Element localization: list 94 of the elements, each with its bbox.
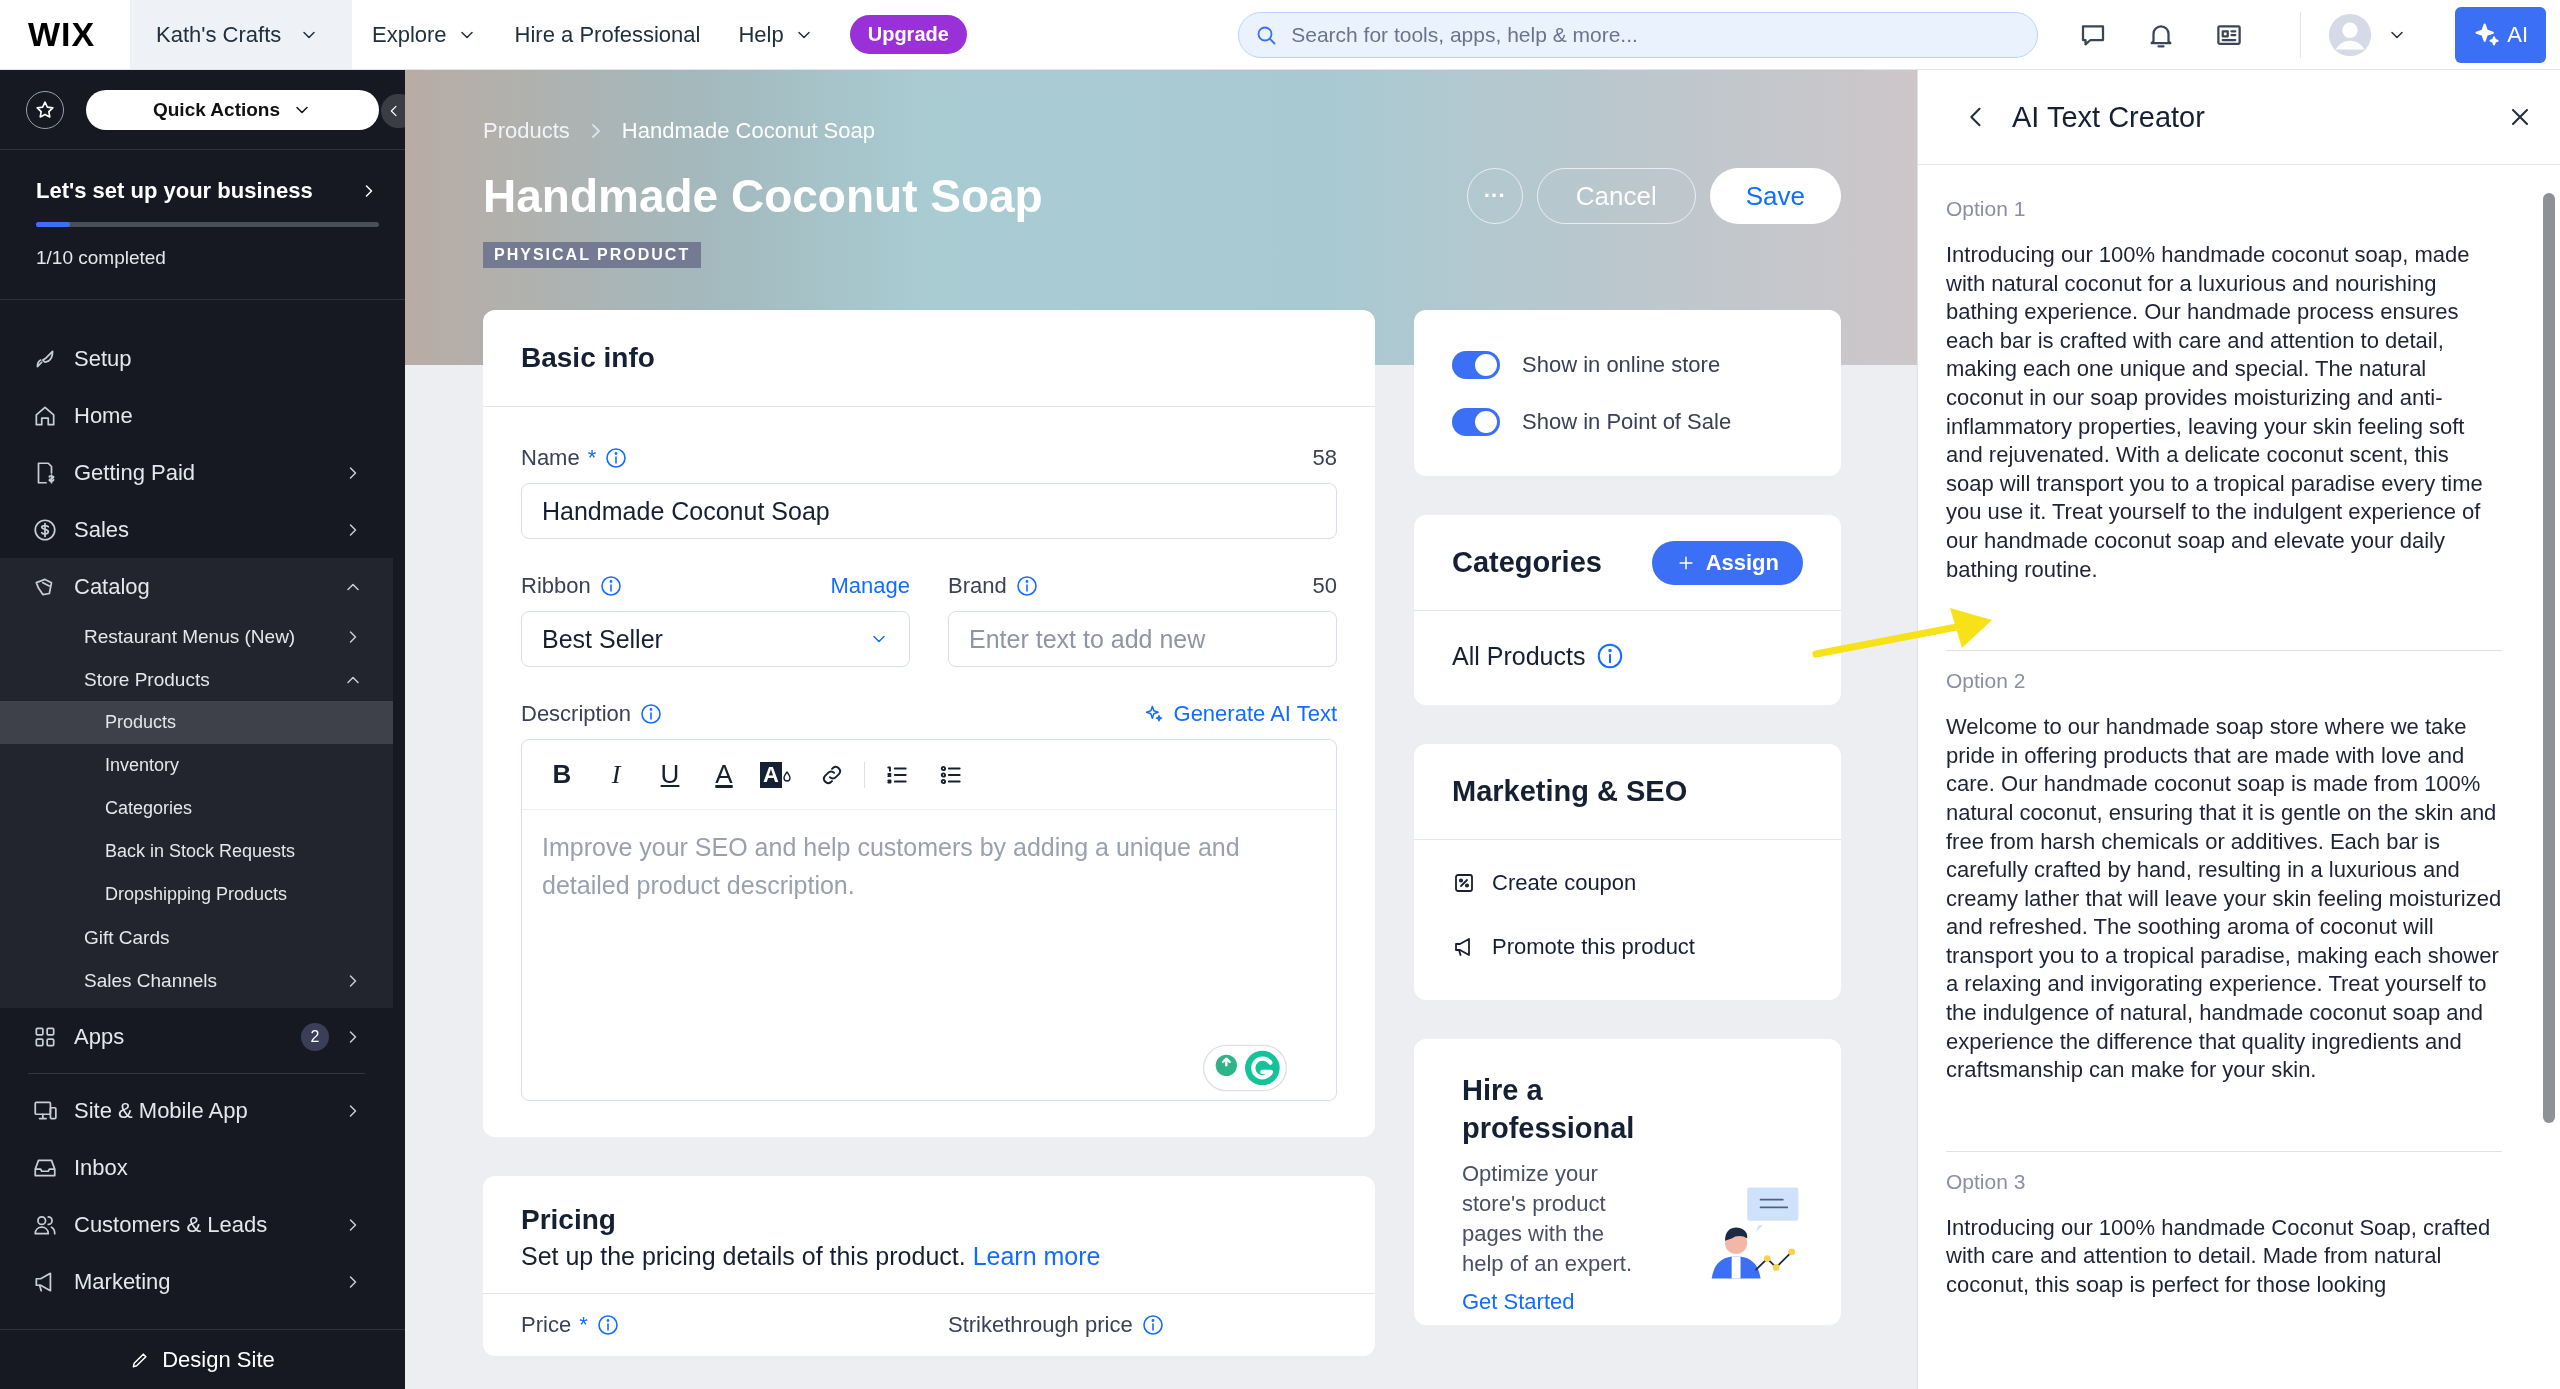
text-color-button[interactable]: A [702,752,746,797]
toggle-label: Show in Point of Sale [1522,408,1732,435]
info-icon[interactable] [1140,1313,1165,1337]
pricing-description: Set up the pricing details of this product. Learn more [521,1242,1102,1271]
sidebar-item[interactable]: Inbox [0,1139,393,1196]
generate-ai-text-link[interactable]: Generate AI Text [1143,701,1337,727]
generated-text-option[interactable]: Introducing our 100% handmade coconut soap, made with natural coconut for a luxurious and nourishing bathing experience. Our handmade process ensures each bar is crafted with care and attention to detail, making each one unique and special. The natural coconut in our soap provides moisturizing and anti-inflammatory properties, leaving your skin feeling soft and rejuvenated. With a delicate coconut scent, this soap will transport you to a tropical paradise every time you use it. Treat yourself to the indulgent experience of our handmade coconut soap and elevate your daily bathing routine. [1946,241,2502,585]
sidebar-item[interactable]: Back in Stock Requests [0,830,393,873]
sidebar-item[interactable]: Marketing [0,1253,393,1310]
sidebar-item[interactable]: Site & Mobile App [0,1082,393,1139]
ai-button[interactable]: AI [2455,6,2546,63]
count-badge: 2 [301,1022,329,1051]
description-placeholder: Improve your SEO and help customers by adding a unique and detailed product description. [541,832,1241,901]
card-title: Pricing [521,1204,617,1236]
sidebar-item[interactable]: Restaurant Menus (New) [0,615,393,658]
sidebar-item[interactable]: Sales [0,501,393,558]
required-mark: * [587,445,597,471]
wix-logo[interactable]: WIX [0,15,130,54]
sidebar-item[interactable]: Getting Paid [0,444,393,501]
toggle-label: Show in online store [1522,351,1721,378]
upgrade-button[interactable]: Upgrade [849,15,967,54]
get-started-link[interactable]: Get Started [1462,1289,1575,1314]
required-mark: * [579,1312,588,1338]
generated-text-option[interactable]: Introducing our 100% handmade Coconut Soap, crafted with care and attention to detail. Made from natural coconut, this soap is perfect for those looking [1946,1213,2502,1300]
avatar-icon [2327,11,2374,58]
sidebar-item[interactable]: Gift Cards [0,916,393,959]
category-name: All Products [1452,641,1586,671]
info-icon[interactable] [595,1313,620,1337]
sidebar-item[interactable]: Apps 2 [0,1008,393,1065]
field-label: Price [521,1312,572,1338]
ribbon-dropdown[interactable]: Best Seller [521,611,910,667]
dollar-circle-icon [32,516,58,543]
manage-link[interactable]: Manage [830,573,910,599]
nav-menu-item[interactable]: Help [738,21,814,48]
brand-input[interactable]: Enter text to add new [948,611,1337,667]
sidebar-item[interactable]: Categories [0,787,393,830]
sidebar-item[interactable]: Inventory [0,744,393,787]
italic-button[interactable]: I [594,752,638,797]
card-description: Optimize your store's product pages with the help of an expert. [1462,1160,1633,1278]
nav-menu-item[interactable]: Hire a Professional [514,21,701,48]
learn-more-link[interactable]: Learn more [972,1242,1101,1270]
save-button[interactable]: Save [1709,168,1841,224]
card-title: Hire a professional [1462,1073,1636,1146]
sidebar-item[interactable]: Home [0,387,393,444]
coupon-icon [1452,871,1476,895]
nav-menu-item[interactable]: Explore [372,21,477,48]
info-icon[interactable] [1014,574,1039,598]
breadcrumb-item: Handmade Coconut Soap [621,118,875,144]
field-label: Strikethrough price [948,1312,1133,1338]
highlight-button[interactable]: A [756,752,800,797]
character-count: 58 [1312,445,1337,471]
card-title: Marketing & SEO [1452,775,1688,808]
bold-button[interactable]: B [540,752,584,797]
description-editor[interactable]: B I U A A Improve your SEO and help customers by adding a unique and detailed product description. [521,739,1337,1101]
marketing-action-link[interactable]: Promote this product [1452,934,1803,960]
toggle-switch[interactable] [1452,350,1500,379]
marketing-action-link[interactable]: Create coupon [1452,870,1803,896]
setup-title: Let's set up your business [36,178,313,204]
sidebar-item[interactable]: Setup [0,330,393,387]
option-label: Option 2 [1946,669,2027,694]
site-selector[interactable]: Kath's Crafts [130,0,352,69]
character-count: 50 [1312,573,1337,599]
scrollbar[interactable] [2543,193,2555,1123]
info-icon[interactable] [639,702,664,726]
underline-button[interactable]: U [648,752,692,797]
sidebar-item[interactable]: Customers & Leads [0,1196,393,1253]
field-label: Brand [948,573,1007,599]
product-type-badge: PHYSICAL PRODUCT [483,242,702,268]
setup-progress-card[interactable]: Let's set up your business 1/10 completed [0,150,405,300]
field-label: Name [521,445,580,471]
sidebar-item[interactable]: Dropshipping Products [0,873,393,916]
sidebar-item[interactable]: Store Products [0,658,393,701]
toggle-switch[interactable] [1452,407,1500,436]
chevron-right-icon [591,124,600,138]
page-title: Handmade Coconut Soap [483,169,1043,223]
name-input[interactable]: Handmade Coconut Soap [521,483,1337,539]
option-label: Option 3 [1946,1169,2027,1194]
sidebar-item[interactable]: Products [0,701,393,744]
info-icon[interactable] [598,574,623,598]
generated-text-option[interactable]: Welcome to our handmade soap store where we take pride in offering products that are made with love and care. Our handmade coconut soap is made from 100% natural coconut, ensuring that it is gentle on the skin and free from harsh chemicals or additives. Each bar is carefully crafted by hand, resulting in a luxurious and creamy lather that will leave your skin feeling moisturized and refreshed. The soothing aroma of coconut will transport you to a tropical paradise, making each shower a relaxing and invigorating experience. Treat yourself to the indulgence of natural, handmade coconut soap and experience the difference that quality ingredients and craftsmanship can make for your skin. [1946,713,2502,1085]
assign-button[interactable]: Assign [1651,540,1803,585]
search-field[interactable]: Search for tools, apps, help & more... [1238,11,2039,58]
sparkle-icon [1143,704,1164,724]
field-label: Ribbon [521,573,591,599]
progress-text: 1/10 completed [36,247,167,269]
quick-actions-button[interactable]: Quick Actions [86,89,379,130]
sidebar-item[interactable]: Catalog [0,558,393,615]
option-label: Option 1 [1946,197,2027,221]
field-label: Description [521,701,632,727]
info-icon[interactable] [604,446,629,470]
panel-title: AI Text Creator [2012,100,2206,134]
card-title: Categories [1452,546,1602,579]
sidebar-item[interactable]: Sales Channels [0,959,393,1002]
card-title: Basic info [483,310,1375,407]
